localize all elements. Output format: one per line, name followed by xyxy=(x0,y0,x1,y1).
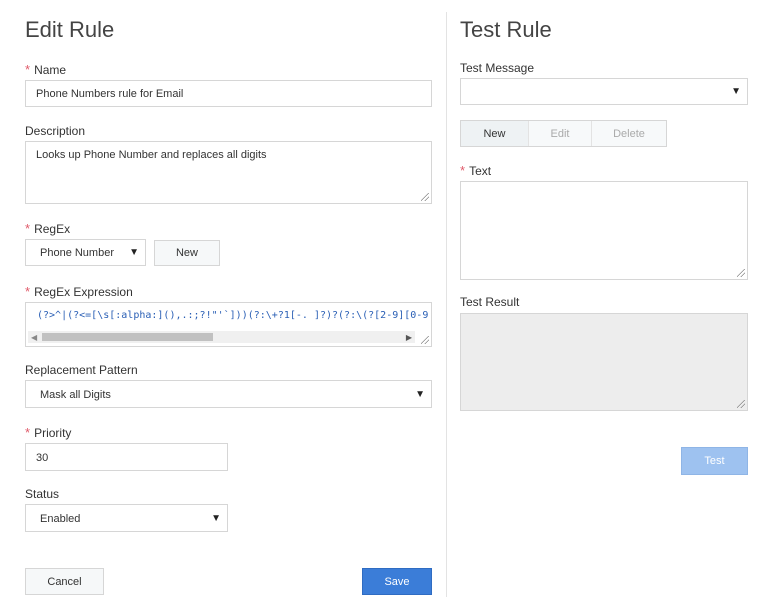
regex-select-value: Phone Number xyxy=(40,247,114,259)
test-message-label: Test Message xyxy=(460,61,535,75)
edit-rule-title: Edit Rule xyxy=(25,17,115,42)
cancel-button[interactable]: Cancel xyxy=(25,568,104,595)
edit-test-message-button[interactable]: Edit xyxy=(529,121,592,146)
required-marker: * xyxy=(25,284,31,299)
priority-input[interactable]: 30 xyxy=(25,443,228,471)
required-marker: * xyxy=(460,163,466,178)
replacement-pattern-select[interactable]: Mask all Digits ▼ xyxy=(25,380,432,408)
regex-label: * RegEx xyxy=(25,221,71,236)
required-marker: * xyxy=(25,62,31,77)
replacement-pattern-value: Mask all Digits xyxy=(40,389,111,401)
new-regex-button[interactable]: New xyxy=(154,240,220,266)
resize-handle-icon[interactable] xyxy=(421,336,429,344)
save-button[interactable]: Save xyxy=(362,568,432,595)
test-result-textarea xyxy=(460,313,748,411)
regex-expression-textarea[interactable]: (?>^|(?<=[\s[:alpha:](),.:;?!"'`]))(?:\+… xyxy=(25,302,432,347)
test-rule-title: Test Rule xyxy=(460,17,552,42)
new-test-message-button[interactable]: New xyxy=(461,121,529,146)
description-value: Looks up Phone Number and replaces all d… xyxy=(36,149,267,161)
status-value: Enabled xyxy=(40,513,81,525)
text-textarea[interactable] xyxy=(460,181,748,280)
description-textarea[interactable]: Looks up Phone Number and replaces all d… xyxy=(25,141,432,204)
test-message-button-group: New Edit Delete xyxy=(460,120,667,147)
required-marker: * xyxy=(25,221,31,236)
resize-handle-icon[interactable] xyxy=(421,193,429,201)
priority-label: * Priority xyxy=(25,425,72,440)
delete-test-message-button[interactable]: Delete xyxy=(592,121,666,146)
test-result-label: Test Result xyxy=(460,295,520,309)
regex-expression-label: * RegEx Expression xyxy=(25,284,133,299)
panel-divider xyxy=(446,12,447,597)
description-label: Description xyxy=(25,124,86,138)
chevron-down-icon: ▼ xyxy=(731,86,741,97)
text-label: * Text xyxy=(460,163,492,178)
priority-value: 30 xyxy=(36,452,49,464)
scrollbar-thumb[interactable] xyxy=(42,333,213,341)
regex-expression-value: (?>^|(?<=[\s[:alpha:](),.:;?!"'`]))(?:\+… xyxy=(37,310,429,321)
test-message-select[interactable]: ▼ xyxy=(460,78,748,105)
status-label: Status xyxy=(25,487,60,501)
replacement-pattern-label: Replacement Pattern xyxy=(25,363,138,377)
chevron-down-icon: ▼ xyxy=(211,513,221,524)
scroll-left-icon[interactable]: ◀ xyxy=(31,333,37,342)
test-button[interactable]: Test xyxy=(681,447,748,475)
scroll-right-icon[interactable]: ▶ xyxy=(406,333,412,342)
resize-handle-icon[interactable] xyxy=(737,269,745,277)
name-input[interactable]: Phone Numbers rule for Email xyxy=(25,80,432,107)
resize-handle-icon[interactable] xyxy=(737,400,745,408)
name-label: * Name xyxy=(25,62,67,77)
status-select[interactable]: Enabled ▼ xyxy=(25,504,228,532)
chevron-down-icon: ▼ xyxy=(129,247,139,258)
horizontal-scrollbar[interactable]: ◀ ▶ xyxy=(28,331,415,343)
required-marker: * xyxy=(25,425,31,440)
name-input-value: Phone Numbers rule for Email xyxy=(36,88,184,100)
regex-select[interactable]: Phone Number ▼ xyxy=(25,239,146,266)
chevron-down-icon: ▼ xyxy=(415,389,425,400)
